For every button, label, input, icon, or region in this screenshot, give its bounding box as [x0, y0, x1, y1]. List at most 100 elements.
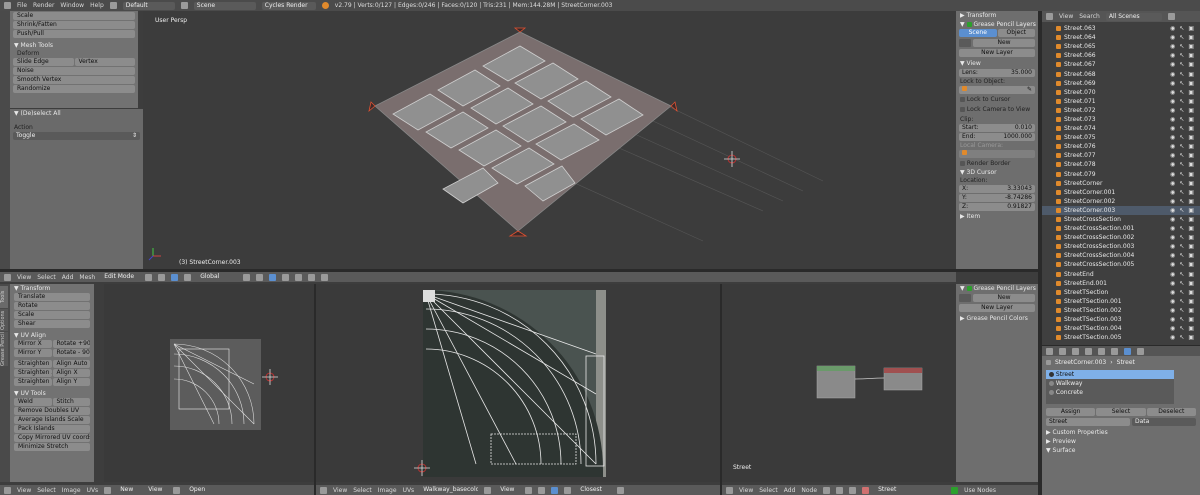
- search-icon[interactable]: [1167, 13, 1175, 20]
- object-node-icon[interactable]: [836, 486, 844, 494]
- outliner-row[interactable]: Street.078 ◉ ↖ ▣: [1042, 160, 1200, 169]
- material-slot-concrete[interactable]: Concrete: [1046, 388, 1174, 397]
- select-button[interactable]: Select: [1096, 408, 1146, 416]
- render-engine-select[interactable]: Cycles Render: [261, 1, 316, 10]
- selectable-arrow-icon[interactable]: ↖: [1179, 279, 1184, 288]
- node-type-icon[interactable]: [726, 486, 733, 494]
- selectable-arrow-icon[interactable]: ↖: [1179, 42, 1184, 51]
- face-select-icon[interactable]: [269, 273, 277, 281]
- average-islands-button[interactable]: Average Islands Scale: [14, 416, 90, 424]
- mesh-tools-header[interactable]: ▼ Mesh Tools: [10, 41, 138, 50]
- render-camera-icon[interactable]: ▣: [1188, 297, 1194, 306]
- straighten-x-button[interactable]: Straighten X: [14, 369, 52, 377]
- uv-type-icon[interactable]: [4, 486, 11, 494]
- layout-icon[interactable]: [109, 2, 117, 9]
- noise-button[interactable]: Noise: [13, 67, 135, 75]
- outliner-menu-search[interactable]: Search: [1079, 13, 1100, 20]
- menu-file[interactable]: File: [17, 2, 27, 9]
- selectable-arrow-icon[interactable]: ↖: [1179, 324, 1184, 333]
- menu-render[interactable]: Render: [33, 2, 54, 9]
- node-pencil-icon[interactable]: [959, 294, 971, 302]
- visibility-eye-icon[interactable]: ◉: [1170, 179, 1175, 188]
- props-type-icon[interactable]: [1046, 347, 1053, 355]
- pin-image-icon[interactable]: [484, 486, 492, 494]
- outliner-row[interactable]: Street.064 ◉ ↖ ▣: [1042, 33, 1200, 42]
- render-camera-icon[interactable]: ▣: [1188, 42, 1194, 51]
- uv-editor[interactable]: [104, 284, 314, 482]
- mirror-y-button[interactable]: Mirror Y: [14, 349, 52, 357]
- selectable-arrow-icon[interactable]: ↖: [1179, 60, 1184, 69]
- visibility-eye-icon[interactable]: ◉: [1170, 206, 1175, 215]
- proportional-icon[interactable]: [295, 273, 303, 281]
- menu-window[interactable]: Window: [60, 2, 84, 9]
- texture-tab-icon[interactable]: [1137, 347, 1144, 355]
- selectable-arrow-icon[interactable]: ↖: [1179, 306, 1184, 315]
- render-camera-icon[interactable]: ▣: [1188, 215, 1194, 224]
- outliner-row[interactable]: StreetCorner.003 ◉ ↖ ▣: [1042, 205, 1200, 215]
- outliner-row[interactable]: Street.069 ◉ ↖ ▣: [1042, 79, 1200, 88]
- menu-help[interactable]: Help: [90, 2, 104, 9]
- outliner-row[interactable]: Street.074 ◉ ↖ ▣: [1042, 124, 1200, 133]
- align-x-button[interactable]: Align X: [52, 369, 90, 377]
- area-divider-outliner[interactable]: [1042, 345, 1200, 346]
- visibility-eye-icon[interactable]: ◉: [1170, 160, 1175, 169]
- selectable-arrow-icon[interactable]: ↖: [1179, 251, 1184, 260]
- visibility-eye-icon[interactable]: ◉: [1170, 142, 1175, 151]
- outliner-menu-view[interactable]: View: [1059, 13, 1073, 20]
- area-divider[interactable]: [0, 269, 1042, 272]
- use-nodes-checkbox[interactable]: [951, 486, 959, 494]
- object-button[interactable]: Object: [997, 29, 1035, 37]
- render-camera-icon[interactable]: ▣: [1188, 115, 1194, 124]
- assign-button[interactable]: Assign: [1046, 408, 1096, 416]
- uv-transform-header[interactable]: ▼ Transform: [10, 284, 94, 293]
- img-pivot-icon[interactable]: [525, 486, 533, 494]
- outliner-row[interactable]: StreetTSection.002 ◉ ↖ ▣: [1042, 306, 1200, 315]
- node-editor[interactable]: Street: [722, 284, 956, 482]
- selectable-arrow-icon[interactable]: ↖: [1179, 160, 1184, 169]
- render-camera-icon[interactable]: ▣: [1188, 88, 1194, 97]
- node-tree-type-icon[interactable]: [823, 486, 831, 494]
- edge-select-icon[interactable]: [256, 273, 264, 281]
- tab-options[interactable]: Options: [0, 309, 8, 331]
- render-camera-icon[interactable]: ▣: [1188, 333, 1194, 342]
- view-type-icon[interactable]: [4, 273, 11, 281]
- smooth-vertex-button[interactable]: Smooth Vertex: [13, 76, 135, 84]
- outliner-row[interactable]: StreetTSection ◉ ↖ ▣: [1042, 288, 1200, 297]
- scene-button[interactable]: Scene: [959, 29, 997, 37]
- visibility-eye-icon[interactable]: ◉: [1170, 70, 1175, 79]
- selectable-arrow-icon[interactable]: ↖: [1179, 197, 1184, 206]
- render-icon[interactable]: [321, 273, 329, 281]
- editor-type-icon[interactable]: [4, 2, 11, 9]
- selectable-arrow-icon[interactable]: ↖: [1179, 224, 1184, 233]
- mirror-x-button[interactable]: Mirror X: [14, 340, 52, 348]
- outliner-row[interactable]: Street.067 ◉ ↖ ▣: [1042, 60, 1200, 69]
- uv-align-header[interactable]: ▼ UV Align: [10, 331, 94, 340]
- visibility-eye-icon[interactable]: ◉: [1170, 297, 1175, 306]
- uv-menu-uvs[interactable]: UVs: [87, 487, 99, 494]
- visibility-eye-icon[interactable]: ◉: [1170, 333, 1175, 342]
- visibility-eye-icon[interactable]: ◉: [1170, 315, 1175, 324]
- outliner-row[interactable]: StreetTSection.005 ◉ ↖ ▣: [1042, 333, 1200, 342]
- img-menu-uvs[interactable]: UVs: [403, 487, 415, 494]
- deselect-button[interactable]: Deselect: [1146, 408, 1196, 416]
- orientation-select[interactable]: Global: [197, 273, 238, 281]
- scene-tab-icon[interactable]: [1072, 347, 1079, 355]
- render-camera-icon[interactable]: ▣: [1188, 242, 1194, 251]
- node-new-gp-button[interactable]: New: [973, 294, 1035, 302]
- outliner-filter-select[interactable]: All Scenes: [1105, 12, 1162, 21]
- scene-select[interactable]: Scene: [193, 1, 256, 10]
- visibility-eye-icon[interactable]: ◉: [1170, 279, 1175, 288]
- render-camera-icon[interactable]: ▣: [1188, 315, 1194, 324]
- selectable-arrow-icon[interactable]: ↖: [1179, 288, 1184, 297]
- uv-tools-header[interactable]: ▼ UV Tools: [10, 389, 94, 398]
- render-camera-icon[interactable]: ▣: [1188, 70, 1194, 79]
- outliner-row[interactable]: Street.075 ◉ ↖ ▣: [1042, 133, 1200, 142]
- action-select[interactable]: Toggle ⇕: [13, 132, 140, 140]
- visibility-eye-icon[interactable]: ◉: [1170, 306, 1175, 315]
- outliner-row[interactable]: Street.076 ◉ ↖ ▣: [1042, 142, 1200, 151]
- mode-select[interactable]: Edit Mode: [101, 273, 140, 281]
- vertex-button[interactable]: Vertex: [74, 58, 135, 66]
- snap-uv-icon[interactable]: [564, 486, 572, 494]
- outliner-row[interactable]: StreetCrossSection.004 ◉ ↖ ▣: [1042, 251, 1200, 260]
- render-camera-icon[interactable]: ▣: [1188, 133, 1194, 142]
